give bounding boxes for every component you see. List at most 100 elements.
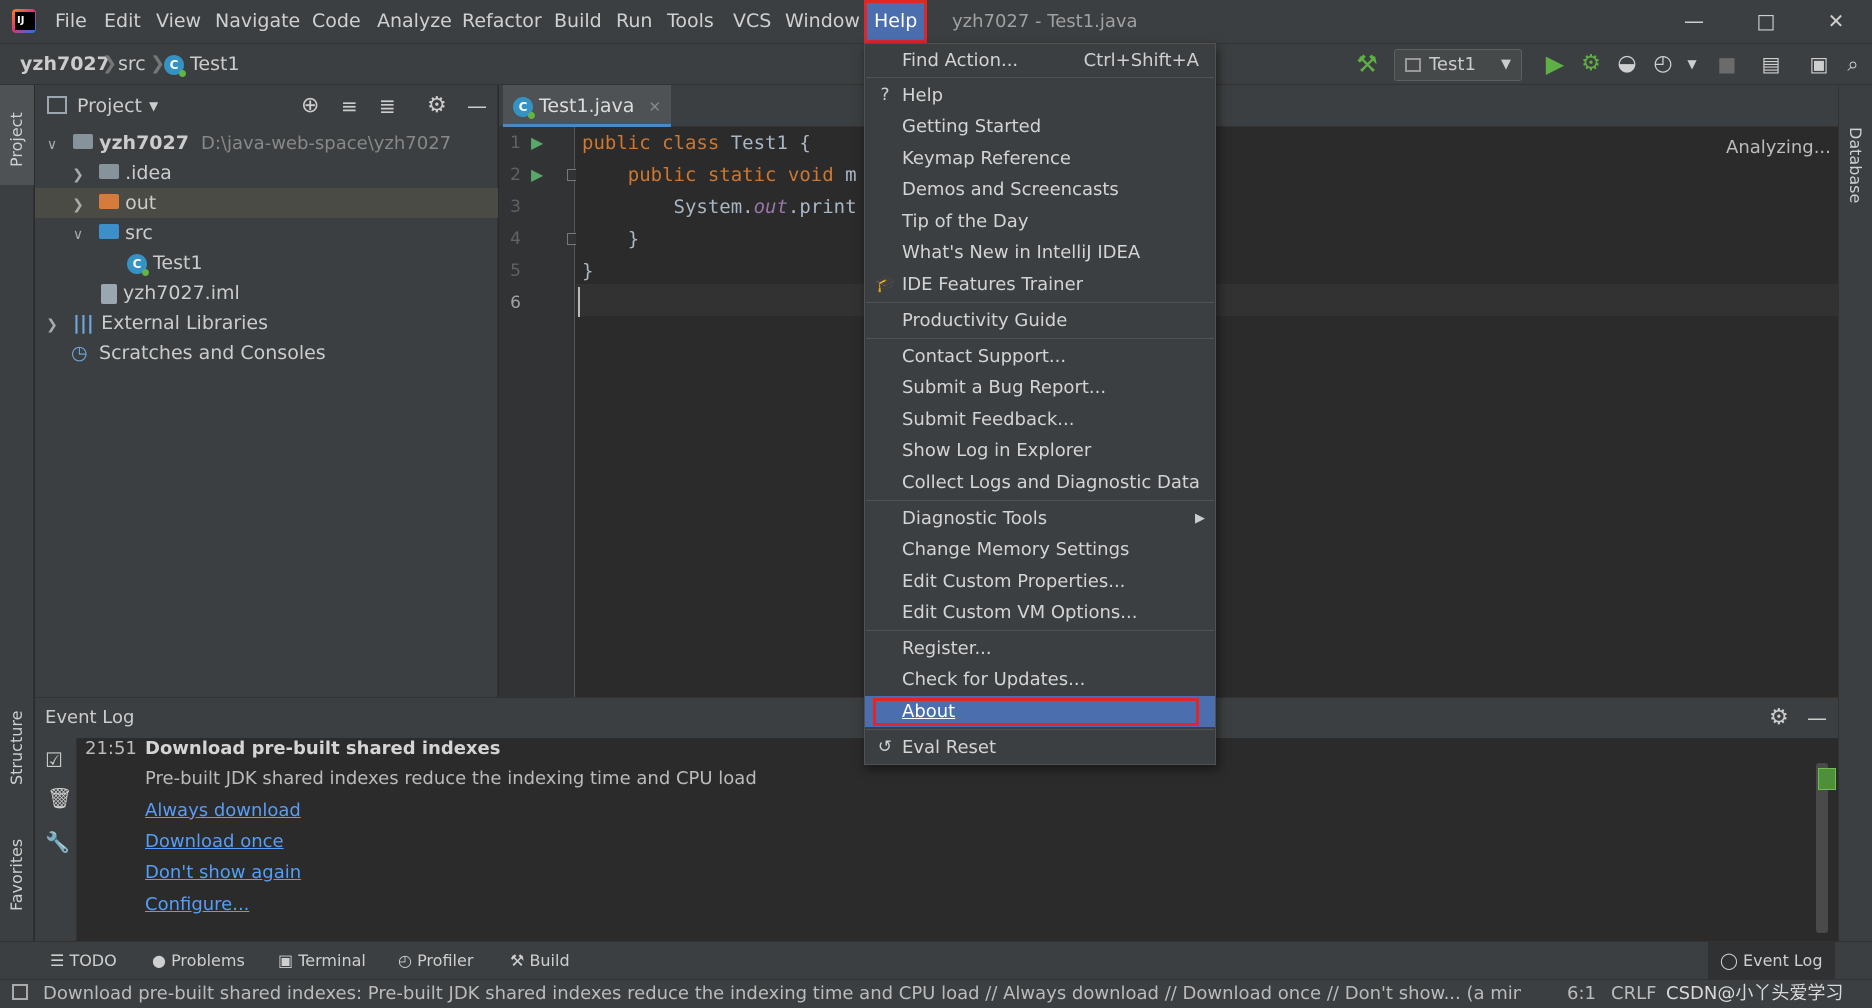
tree-node-external-libraries[interactable]: ❯ ||| External Libraries — [35, 308, 498, 338]
menu-item-whats-new[interactable]: What's New in IntelliJ IDEA — [865, 237, 1215, 268]
menu-file[interactable]: File — [54, 0, 88, 43]
expand-all-icon[interactable]: ≡ — [341, 85, 358, 127]
menu-item-show-log[interactable]: Show Log in Explorer — [865, 435, 1215, 466]
problems-tab[interactable]: ● Problems — [152, 942, 245, 980]
menu-item-register[interactable]: Register... — [865, 633, 1215, 664]
stop-icon[interactable]: ■ — [1712, 48, 1742, 80]
menu-help[interactable]: Help — [864, 0, 928, 43]
menu-item-productivity-guide[interactable]: Productivity Guide — [865, 305, 1215, 336]
build-tab[interactable]: ⚒ Build — [510, 942, 570, 980]
menu-item-diagnostic-tools[interactable]: Diagnostic Tools ▶ — [865, 503, 1215, 534]
menu-navigate[interactable]: Navigate — [214, 0, 301, 43]
search-icon[interactable]: ⌕ — [1838, 48, 1868, 80]
menu-edit[interactable]: Edit — [103, 0, 142, 43]
tree-node-scratches[interactable]: ◷ Scratches and Consoles — [35, 338, 498, 368]
right-tool-strip: Database — [1838, 85, 1872, 941]
tree-node-iml[interactable]: yzh7027.iml — [35, 278, 498, 308]
line-separator[interactable]: CRLF — [1611, 980, 1656, 1008]
breadcrumb-project[interactable]: yzh7027 — [20, 44, 110, 84]
menu-item-submit-bug[interactable]: Submit a Bug Report... — [865, 372, 1215, 403]
menu-run[interactable]: Run — [615, 0, 653, 43]
menu-refactor[interactable]: Refactor — [461, 0, 543, 43]
todo-tab[interactable]: ☰ TODO — [50, 942, 117, 980]
menu-code[interactable]: Code — [311, 0, 362, 43]
code-text: System. — [582, 196, 754, 218]
hide-panel-icon[interactable]: — — [467, 85, 487, 127]
trash-icon[interactable]: 🗑 — [47, 786, 72, 810]
menu-item-contact-support[interactable]: Contact Support... — [865, 341, 1215, 372]
menu-item-demos[interactable]: Demos and Screencasts — [865, 174, 1215, 205]
always-download-link[interactable]: Always download — [145, 800, 301, 821]
locate-target-icon[interactable]: ⊕ — [301, 85, 319, 127]
wrench-icon[interactable]: 🔧 — [45, 830, 70, 854]
menu-item-features-trainer[interactable]: 🎓 IDE Features Trainer — [865, 269, 1215, 300]
project-structure-icon[interactable]: ▤ — [1756, 48, 1786, 80]
menu-item-find-action[interactable]: Find Action... Ctrl+Shift+A — [865, 45, 1215, 76]
close-icon[interactable]: ✕ — [1808, 0, 1864, 43]
project-tool-button[interactable]: Project — [0, 85, 34, 185]
menu-item-label: IDE Features Trainer — [902, 274, 1084, 295]
menu-tools[interactable]: Tools — [666, 0, 715, 43]
caret-position[interactable]: 6:1 — [1567, 980, 1596, 1008]
collapse-all-icon[interactable]: ≣ — [379, 85, 396, 127]
terminal-tab[interactable]: ▣ Terminal — [278, 942, 366, 980]
profile-icon[interactable]: ◴ — [1648, 48, 1678, 80]
menu-item-change-memory[interactable]: Change Memory Settings — [865, 534, 1215, 565]
editor-tab-test1[interactable]: C Test1.java ✕ — [503, 85, 672, 127]
menu-build[interactable]: Build — [553, 0, 603, 43]
build-hammer-icon[interactable]: ⚒ — [1352, 48, 1382, 80]
gear-icon[interactable]: ⚙ — [1769, 698, 1789, 738]
tree-node-test1[interactable]: C Test1 — [35, 248, 498, 278]
status-message[interactable]: Download pre-built shared indexes: Pre-b… — [43, 980, 1521, 1008]
menu-item-help[interactable]: ? Help — [865, 80, 1215, 111]
run-configuration-select[interactable]: Test1 ▼ — [1394, 49, 1522, 81]
event-log-title: Event Log — [45, 707, 135, 728]
tree-node-project-root[interactable]: ∨ yzh7027 D:\java-web-space\yzh7027 — [35, 128, 498, 158]
menu-item-check-updates[interactable]: Check for Updates... — [865, 664, 1215, 695]
menu-window[interactable]: Window — [784, 0, 861, 43]
menu-item-custom-properties[interactable]: Edit Custom Properties... — [865, 566, 1215, 597]
chevron-down-icon[interactable]: ▼ — [1684, 48, 1700, 80]
chevron-down-icon[interactable]: ▼ — [149, 85, 158, 127]
minimize-icon[interactable]: — — [1666, 0, 1722, 43]
database-tool-button[interactable]: Database — [1839, 85, 1872, 203]
coverage-icon[interactable]: ◒ — [1612, 48, 1642, 80]
menu-analyze[interactable]: Analyze — [376, 0, 453, 43]
tree-node-idea[interactable]: ❯ .idea — [35, 158, 498, 188]
event-log-tab[interactable]: ◯ Event Log — [1708, 942, 1835, 980]
mark-all-read-icon[interactable]: ☑ — [45, 748, 63, 772]
gear-icon[interactable]: ⚙ — [427, 85, 447, 127]
toggle-tool-windows-icon[interactable] — [12, 984, 28, 1000]
breadcrumb-file[interactable]: C Test1 — [164, 44, 240, 84]
menu-item-submit-feedback[interactable]: Submit Feedback... — [865, 404, 1215, 435]
download-once-link[interactable]: Download once — [145, 831, 284, 852]
run-gutter-icon[interactable]: ▶ — [531, 127, 543, 159]
menu-item-eval-reset[interactable]: ↺ Eval Reset — [865, 732, 1215, 763]
tree-node-out[interactable]: ❯ out — [35, 188, 498, 218]
tree-node-src[interactable]: ∨ src — [35, 218, 498, 248]
menu-item-collect-logs[interactable]: Collect Logs and Diagnostic Data — [865, 467, 1215, 498]
problems-tab-label: Problems — [171, 951, 245, 970]
run-icon[interactable]: ▶ — [1540, 48, 1570, 80]
menu-view[interactable]: View — [155, 0, 202, 43]
maximize-icon[interactable]: □ — [1738, 0, 1794, 43]
breadcrumb-src[interactable]: src — [118, 44, 146, 84]
project-view-title[interactable]: Project — [77, 85, 142, 127]
terminal-window-icon[interactable]: ▣ — [1804, 48, 1834, 80]
configure-link[interactable]: Configure... — [145, 894, 249, 915]
dont-show-again-link[interactable]: Don't show again — [145, 862, 301, 883]
menu-item-custom-vm-options[interactable]: Edit Custom VM Options... — [865, 597, 1215, 628]
menu-item-about[interactable]: About — [865, 696, 1215, 727]
debug-bug-icon[interactable]: ⚙ — [1576, 48, 1606, 80]
hide-panel-icon[interactable]: — — [1807, 698, 1827, 738]
menu-item-getting-started[interactable]: Getting Started — [865, 111, 1215, 142]
menu-vcs[interactable]: VCS — [732, 0, 772, 43]
run-gutter-icon[interactable]: ▶ — [531, 159, 543, 191]
menu-item-tip-of-the-day[interactable]: Tip of the Day — [865, 206, 1215, 237]
profiler-tab[interactable]: ◴ Profiler — [398, 942, 473, 980]
favorites-tool-button[interactable]: Favorites — [0, 825, 34, 925]
menu-item-keymap-reference[interactable]: Keymap Reference — [865, 143, 1215, 174]
close-tab-icon[interactable]: ✕ — [648, 98, 661, 116]
structure-tool-button[interactable]: Structure — [0, 695, 34, 795]
library-icon: ||| — [73, 312, 94, 334]
